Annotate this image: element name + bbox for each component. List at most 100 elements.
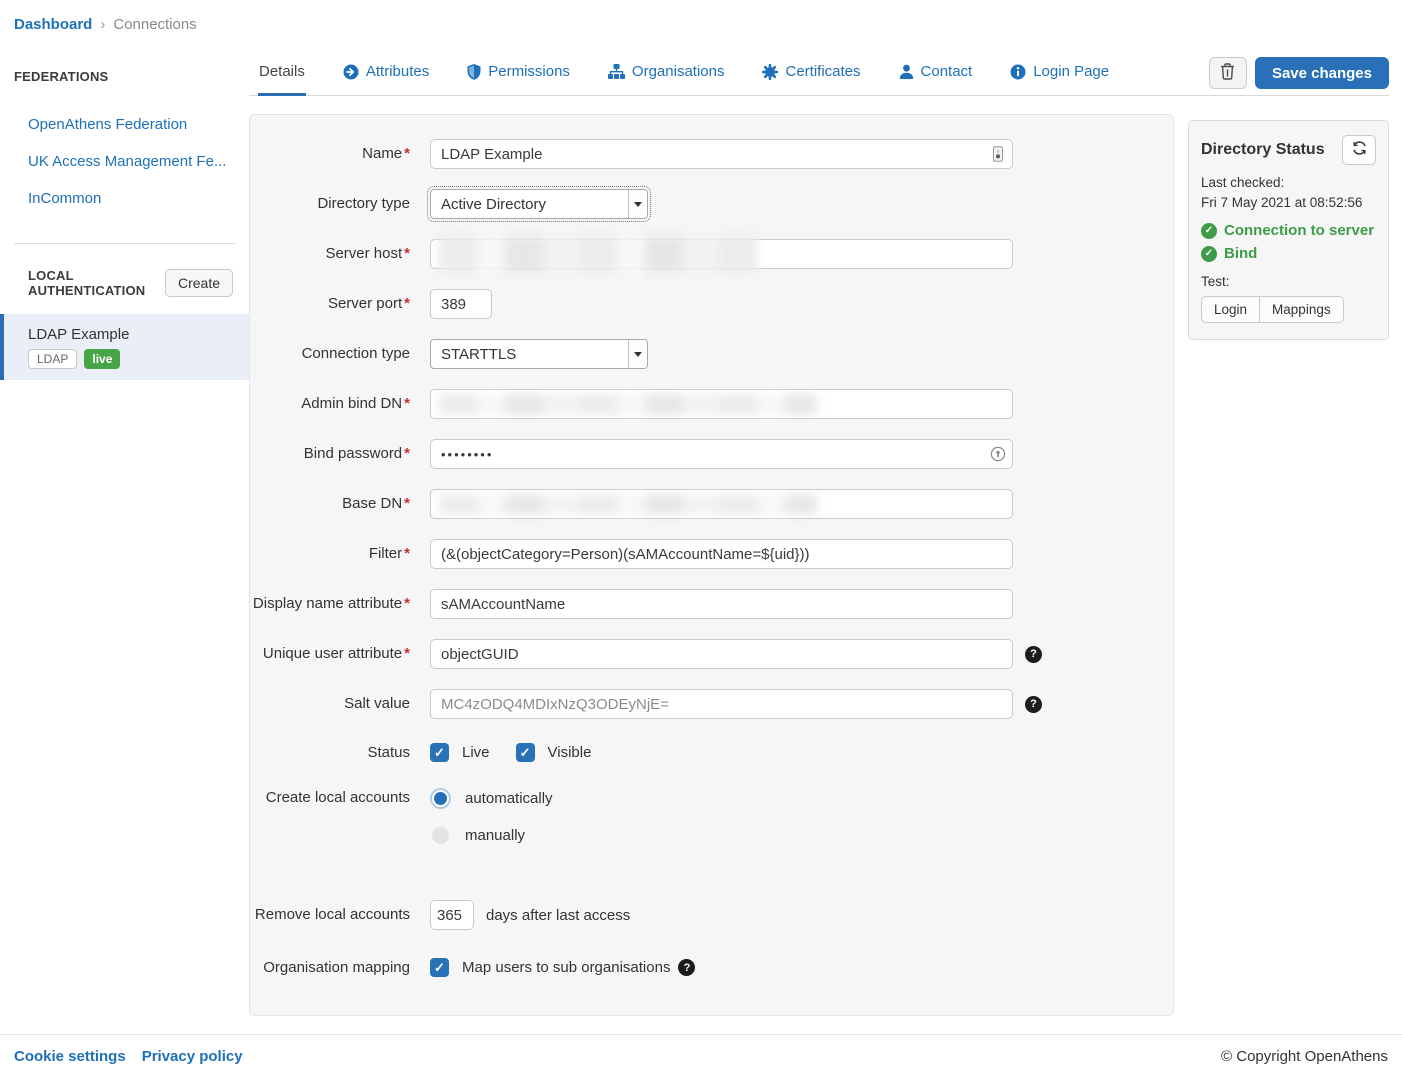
directory-type-label: Directory type: [250, 189, 430, 212]
info-circle-icon: [1010, 64, 1026, 80]
check-circle-icon: ✓: [1201, 223, 1217, 239]
required-marker: *: [404, 145, 410, 162]
save-changes-button[interactable]: Save changes: [1255, 57, 1389, 89]
tab-permissions[interactable]: Permissions: [466, 55, 571, 96]
help-icon[interactable]: ?: [1025, 646, 1042, 663]
breadcrumb: Dashboard › Connections: [0, 0, 1402, 39]
arrow-circle-icon: [343, 64, 359, 80]
server-port-input[interactable]: [430, 289, 492, 319]
sidebar-item-openathens-federation[interactable]: OpenAthens Federation: [0, 106, 249, 143]
tab-attributes[interactable]: Attributes: [342, 55, 430, 96]
tab-details[interactable]: Details: [258, 55, 306, 96]
connection-live-badge: live: [84, 349, 120, 369]
sitemap-icon: [608, 64, 625, 79]
server-host-input[interactable]: [430, 239, 1013, 269]
filter-input[interactable]: [430, 539, 1013, 569]
server-host-label: Server host*: [250, 239, 430, 262]
required-marker: *: [404, 495, 410, 512]
connection-type-badge: LDAP: [28, 349, 77, 369]
connection-type-select[interactable]: STARTTLS: [430, 339, 648, 369]
help-icon[interactable]: ?: [678, 959, 695, 976]
password-key-icon[interactable]: [990, 446, 1006, 462]
server-port-label: Server port*: [250, 289, 430, 312]
check-circle-icon: ✓: [1201, 246, 1217, 262]
redacted-value: [439, 494, 817, 515]
remove-local-accounts-suffix: days after last access: [486, 907, 630, 924]
required-marker: *: [404, 645, 410, 662]
federations-heading: FEDERATIONS: [0, 69, 249, 84]
create-connection-button[interactable]: Create: [165, 269, 233, 297]
map-users-checkbox[interactable]: ✓: [430, 958, 449, 977]
page: Dashboard › Connections FEDERATIONS Open…: [0, 0, 1402, 1081]
admin-bind-dn-input[interactable]: [430, 389, 1013, 419]
manually-radio[interactable]: [432, 827, 449, 844]
copyright-text: © Copyright OpenAthens: [1221, 1048, 1388, 1065]
remove-local-accounts-input[interactable]: [430, 900, 474, 930]
admin-bind-dn-label: Admin bind DN*: [250, 389, 430, 412]
test-login-button[interactable]: Login: [1201, 296, 1260, 323]
refresh-status-button[interactable]: [1342, 135, 1376, 165]
tab-permissions-label: Permissions: [488, 63, 570, 80]
bind-password-label: Bind password*: [250, 439, 430, 462]
tab-organisations-label: Organisations: [632, 63, 725, 80]
required-marker: *: [404, 445, 410, 462]
redacted-value: [439, 394, 817, 415]
tab-contact[interactable]: Contact: [898, 55, 974, 96]
connection-name: LDAP Example: [28, 326, 235, 343]
tab-details-label: Details: [259, 63, 305, 80]
name-input[interactable]: [430, 139, 1013, 169]
live-checkbox[interactable]: ✓: [430, 743, 449, 762]
filter-label: Filter*: [250, 539, 430, 562]
directory-type-value: Active Directory: [431, 196, 628, 213]
sidebar-item-ldap-example[interactable]: LDAP Example LDAP live: [0, 314, 249, 380]
tab-organisations[interactable]: Organisations: [607, 55, 726, 96]
help-icon[interactable]: ?: [1025, 696, 1042, 713]
visible-checkbox-label: Visible: [548, 744, 592, 761]
create-local-accounts-label: Create local accounts: [250, 788, 430, 806]
privacy-policy-link[interactable]: Privacy policy: [142, 1048, 243, 1065]
form-row-bind-password: Bind password*: [250, 439, 1173, 469]
tab-certificates-label: Certificates: [785, 63, 860, 80]
form-row-salt-value: Salt value ?: [250, 689, 1173, 719]
shield-icon: [467, 64, 481, 80]
remove-local-accounts-label: Remove local accounts: [250, 900, 430, 923]
connection-type-value: STARTTLS: [431, 346, 628, 363]
sidebar: FEDERATIONS OpenAthens Federation UK Acc…: [0, 39, 249, 380]
chevron-down-icon: [628, 340, 647, 368]
unique-user-attribute-input[interactable]: [430, 639, 1013, 669]
sidebar-item-uk-access-management[interactable]: UK Access Management Fe...: [0, 143, 249, 180]
base-dn-input[interactable]: [430, 489, 1013, 519]
required-marker: *: [404, 545, 410, 562]
automatically-radio-label: automatically: [465, 790, 553, 807]
required-marker: *: [404, 245, 410, 262]
main-content: Details Attributes Permissions Organisat…: [249, 39, 1402, 1016]
form-row-organisation-mapping: Organisation mapping ✓ Map users to sub …: [250, 958, 1173, 977]
bind-password-input[interactable]: [430, 439, 1013, 469]
form-row-create-local-accounts: Create local accounts automatically manu…: [250, 788, 1173, 862]
breadcrumb-dashboard-link[interactable]: Dashboard: [14, 16, 92, 33]
tab-login-page[interactable]: Login Page: [1009, 55, 1110, 96]
directory-status-title: Directory Status: [1201, 135, 1325, 159]
tab-certificates[interactable]: Certificates: [761, 55, 861, 96]
delete-connection-button[interactable]: [1209, 57, 1247, 89]
tab-contact-label: Contact: [921, 63, 973, 80]
form-row-filter: Filter*: [250, 539, 1173, 569]
test-label: Test:: [1201, 274, 1376, 289]
visible-checkbox[interactable]: ✓: [516, 743, 535, 762]
display-name-attribute-input[interactable]: [430, 589, 1013, 619]
form-row-status: Status ✓ Live ✓ Visible: [250, 743, 1173, 762]
map-users-checkbox-label: Map users to sub organisations: [462, 959, 670, 976]
sidebar-item-incommon[interactable]: InCommon: [0, 180, 249, 217]
required-marker: *: [404, 295, 410, 312]
last-checked-value: Fri 7 May 2021 at 08:52:56: [1201, 195, 1376, 210]
test-mappings-button[interactable]: Mappings: [1260, 296, 1344, 323]
cookie-settings-link[interactable]: Cookie settings: [14, 1048, 126, 1065]
name-label: Name*: [250, 139, 430, 162]
directory-type-select[interactable]: Active Directory: [430, 189, 648, 219]
autofill-icon[interactable]: [990, 146, 1006, 162]
redacted-value: [439, 235, 759, 273]
last-checked-label: Last checked:: [1201, 175, 1376, 190]
automatically-radio[interactable]: [434, 792, 447, 805]
salt-value-input[interactable]: [430, 689, 1013, 719]
form-row-connection-type: Connection type STARTTLS: [250, 339, 1173, 369]
